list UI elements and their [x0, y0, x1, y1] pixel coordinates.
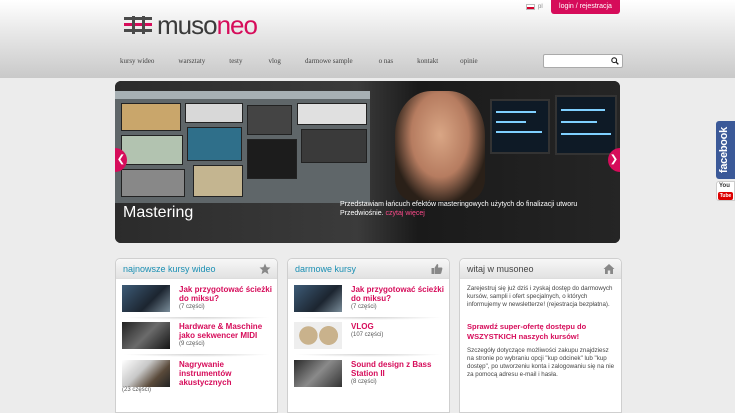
read-more-link[interactable]: czytaj więcej: [386, 210, 425, 217]
youtube-icon[interactable]: You Tube: [716, 181, 735, 201]
featured-slider[interactable]: ❮ ❯ Mastering Przedstawiam łańcuch efekt…: [115, 81, 620, 243]
course-thumbnail[interactable]: [122, 285, 170, 312]
panel-title[interactable]: najnowsze kursy wideo: [123, 264, 216, 274]
course-thumbnail[interactable]: [294, 285, 342, 312]
star-icon: [259, 263, 271, 275]
home-icon: [603, 264, 615, 274]
nav-item-testy[interactable]: testy: [229, 57, 242, 65]
logo-text: musoneo: [157, 10, 258, 40]
nav-item-kursy-wideo[interactable]: kursy wideo: [120, 57, 154, 65]
nav-item-vlog[interactable]: vlog: [268, 57, 280, 65]
panel-header: najnowsze kursy wideo: [116, 259, 277, 279]
list-item[interactable]: Sound design z Bass Station II (8 części…: [294, 360, 444, 394]
welcome-text: Zarejestruj się już dziś i zyskaj dostęp…: [467, 285, 613, 308]
course-thumbnail[interactable]: [122, 360, 170, 387]
nav-item-warsztaty[interactable]: warsztaty: [178, 57, 205, 65]
promo-link[interactable]: Sprawdź super-ofertę dostępu do WSZYSTKI…: [467, 322, 615, 341]
search-input[interactable]: [543, 54, 623, 68]
language-switch[interactable]: pl: [526, 4, 543, 10]
part-count: (7 części): [179, 304, 205, 310]
logo-mixer-icon: [124, 16, 154, 34]
search-icon[interactable]: [611, 57, 619, 65]
course-thumbnail[interactable]: [294, 322, 342, 349]
nav-item-o-nas[interactable]: o nas: [379, 57, 394, 65]
panel-title[interactable]: darmowe kursy: [295, 264, 356, 274]
part-count: (23 części): [122, 387, 152, 393]
course-title[interactable]: Hardware & Maschine jako sekwencer MIDI: [179, 322, 274, 340]
newest-courses-panel: najnowsze kursy wideo Jak przygotować śc…: [115, 258, 278, 413]
panel-header: witaj w musoneo: [460, 259, 621, 279]
polish-flag-icon[interactable]: [526, 4, 535, 10]
nav-item-kontakt[interactable]: kontakt: [417, 57, 438, 65]
panel-title: witaj w musoneo: [467, 264, 534, 274]
course-title[interactable]: VLOG: [351, 322, 446, 331]
presenter-photo: [395, 91, 485, 201]
list-item[interactable]: Jak przygotować ścieżki do miksu? (7 czę…: [294, 285, 444, 319]
daw-screenshot: [115, 91, 370, 203]
list-item[interactable]: VLOG (107 części): [294, 322, 444, 356]
facebook-label: facebook: [718, 127, 730, 173]
part-count: (107 części): [351, 332, 384, 338]
course-title[interactable]: Sound design z Bass Station II: [351, 360, 446, 378]
purchase-info-text: Szczegóły dotyczące możliwości zakupu zn…: [467, 347, 615, 378]
course-thumbnail[interactable]: [122, 322, 170, 349]
nav-item-darmowe-sample[interactable]: darmowe sample: [305, 57, 353, 65]
course-thumbnail[interactable]: [294, 360, 342, 387]
main-nav: kursy wideo warsztaty testy vlog darmowe…: [120, 57, 478, 65]
facebook-tab[interactable]: facebook: [716, 121, 735, 179]
slide-title[interactable]: Mastering: [123, 204, 193, 222]
panel-header: darmowe kursy: [288, 259, 449, 279]
thumbs-up-icon: [431, 264, 443, 274]
course-title[interactable]: Jak przygotować ścieżki do miksu?: [351, 285, 446, 303]
part-count: (9 części): [179, 341, 205, 347]
nav-item-opinie[interactable]: opinie: [460, 57, 478, 65]
site-logo[interactable]: musoneo: [124, 10, 258, 40]
login-register-button[interactable]: login / rejestracja: [551, 0, 620, 14]
course-title[interactable]: Jak przygotować ścieżki do miksu?: [179, 285, 274, 303]
welcome-panel: witaj w musoneo Zarejestruj się już dziś…: [459, 258, 622, 413]
list-item[interactable]: Hardware & Maschine jako sekwencer MIDI …: [122, 322, 272, 356]
site-header: musoneo pl login / rejestracja kursy wid…: [0, 0, 735, 78]
part-count: (8 części): [351, 379, 377, 385]
slide-description: Przedstawiam łańcuch efektów masteringow…: [340, 201, 578, 217]
list-item[interactable]: Jak przygotować ścieżki do miksu? (7 czę…: [122, 285, 272, 319]
studio-monitor: [490, 99, 550, 154]
language-label[interactable]: pl: [538, 4, 543, 10]
course-title[interactable]: Nagrywanie instrumentów akustycznych: [179, 360, 274, 387]
part-count: (7 części): [351, 304, 377, 310]
studio-monitor: [555, 95, 617, 155]
free-courses-panel: darmowe kursy Jak przygotować ścieżki do…: [287, 258, 450, 413]
